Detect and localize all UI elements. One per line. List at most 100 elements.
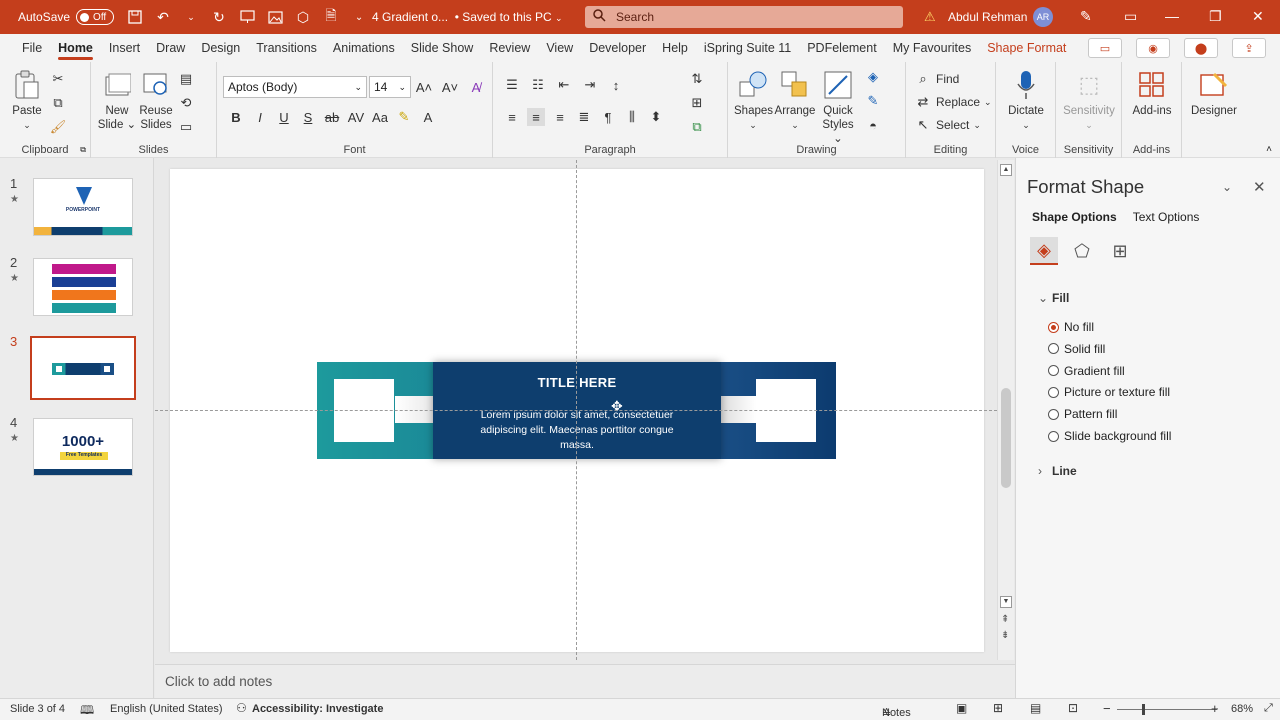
picture-icon[interactable] xyxy=(266,8,284,26)
avatar[interactable]: AR xyxy=(1033,7,1053,27)
layout-icon[interactable]: ▤ xyxy=(177,70,195,88)
change-case-icon[interactable]: Aa xyxy=(371,108,389,126)
tab-my-favourites[interactable]: My Favourites xyxy=(885,34,980,62)
slide-thumbnail-2[interactable] xyxy=(33,258,133,316)
tab-insert[interactable]: Insert xyxy=(101,34,148,62)
radio-button[interactable] xyxy=(1048,365,1059,377)
customize-qat-icon[interactable]: ⌄ xyxy=(350,8,368,26)
decrease-font-icon[interactable]: A˅ xyxy=(441,78,459,96)
designer-button[interactable]: Designer xyxy=(1186,70,1242,118)
fill-option-slide-background-fill[interactable]: Slide background fill xyxy=(1048,429,1171,443)
replace-button[interactable]: ⇄ Replace ⌄ xyxy=(914,93,992,111)
radio-button[interactable] xyxy=(1048,386,1059,398)
share-button[interactable]: ⇪ xyxy=(1232,38,1266,58)
zoom-slider-thumb[interactable] xyxy=(1142,704,1145,715)
slide-title[interactable]: TITLE HERE xyxy=(433,375,721,390)
align-text-icon[interactable]: ⬍ xyxy=(647,108,665,126)
shapes-button[interactable]: Shapes ⌄ xyxy=(734,70,773,132)
warning-icon[interactable]: ⚠ xyxy=(924,9,936,25)
fill-section-header[interactable]: ⌄ Fill xyxy=(1038,291,1069,305)
fit-to-window-icon[interactable]: ⤢ xyxy=(1264,702,1273,715)
tab-ispring-suite-11[interactable]: iSpring Suite 11 xyxy=(696,34,799,62)
effects-pentagon-icon[interactable]: ⬠ xyxy=(1068,237,1096,265)
tab-text-options[interactable]: Text Options xyxy=(1133,210,1200,224)
font-color-icon[interactable]: A xyxy=(419,108,437,126)
fill-option-picture-or-texture-fill[interactable]: Picture or texture fill xyxy=(1048,385,1170,399)
highlight-icon[interactable]: ✎ xyxy=(395,108,413,126)
tab-transitions[interactable]: Transitions xyxy=(248,34,325,62)
spelling-icon[interactable]: 🕮 xyxy=(80,701,94,720)
tab-pdfelement[interactable]: PDFelement xyxy=(799,34,884,62)
tab-draw[interactable]: Draw xyxy=(148,34,193,62)
cut-icon[interactable]: ✂ xyxy=(49,70,67,88)
shape-effects-icon[interactable]: ◓ xyxy=(864,116,882,134)
format-painter-icon[interactable]: 🖌 xyxy=(49,118,67,136)
shapes-qat-icon[interactable]: ⬡ xyxy=(294,8,312,26)
text-direction-vertical-icon[interactable]: ⇅ xyxy=(688,70,706,88)
redo-icon[interactable]: ↻ xyxy=(210,8,228,26)
language-status[interactable]: English (United States) xyxy=(110,703,223,715)
tab-design[interactable]: Design xyxy=(193,34,248,62)
smartart-icon[interactable]: ⧉ xyxy=(688,118,706,136)
strikethrough-icon[interactable]: ab xyxy=(323,108,341,126)
present-icon[interactable] xyxy=(238,8,256,26)
zoom-slider[interactable] xyxy=(1117,709,1217,710)
maximize-icon[interactable]: ❐ xyxy=(1209,8,1222,25)
autosave[interactable]: AutoSave Off xyxy=(18,9,115,25)
normal-view-icon[interactable]: ▣ xyxy=(956,701,967,715)
fill-option-no-fill[interactable]: No fill xyxy=(1048,320,1094,334)
scroll-thumb[interactable] xyxy=(1001,388,1011,488)
document-title[interactable]: 4 Gradient o... • Saved to this PC ⌄ xyxy=(372,10,563,24)
record-button[interactable]: ◉ xyxy=(1136,38,1170,58)
paste-button[interactable]: Paste ⌄ xyxy=(8,70,46,132)
minimize-icon[interactable]: — xyxy=(1165,8,1179,24)
pen-icon[interactable]: ✎ xyxy=(1080,8,1092,25)
bullets-icon[interactable]: ☰ xyxy=(503,76,521,94)
fill-option-solid-fill[interactable]: Solid fill xyxy=(1048,342,1105,356)
zoom-level[interactable]: 68% xyxy=(1231,703,1253,715)
pdf-icon[interactable]: 🗎 xyxy=(322,7,340,26)
increase-indent-icon[interactable]: ⇥ xyxy=(581,76,599,94)
accessibility-status[interactable]: Accessibility: Investigate xyxy=(252,703,383,715)
tab-help[interactable]: Help xyxy=(654,34,696,62)
radio-button[interactable] xyxy=(1048,321,1059,333)
slideshow-view-icon[interactable]: ⊡ xyxy=(1068,701,1078,715)
tab-developer[interactable]: Developer xyxy=(581,34,654,62)
italic-icon[interactable]: I xyxy=(251,108,269,126)
next-slide-icon[interactable]: ⇟ xyxy=(1001,630,1009,641)
arrange-button[interactable]: Arrange ⌄ xyxy=(774,70,816,132)
tab-view[interactable]: View xyxy=(538,34,581,62)
tab-animations[interactable]: Animations xyxy=(325,34,403,62)
tab-file[interactable]: File xyxy=(14,34,50,62)
fill-line-icon[interactable]: ◈ xyxy=(1030,237,1058,265)
tab-shape-format[interactable]: Shape Format xyxy=(979,34,1074,62)
collapse-ribbon-icon[interactable]: ˄ xyxy=(1266,144,1272,155)
size-properties-icon[interactable]: ⊞ xyxy=(1106,237,1134,265)
numbering-icon[interactable]: ☷ xyxy=(529,76,547,94)
character-spacing-icon[interactable]: AV xyxy=(347,108,365,126)
section-icon[interactable]: ▭ xyxy=(177,118,195,136)
line-spacing-icon[interactable]: ↕ xyxy=(607,76,625,94)
shadow-icon[interactable]: S xyxy=(299,108,317,126)
notes-pane[interactable]: Click to add notes xyxy=(155,664,1015,698)
undo-icon[interactable]: ↶ xyxy=(154,8,172,26)
text-direction-icon[interactable]: ¶ xyxy=(599,108,617,126)
align-vertical-icon[interactable]: ⊞ xyxy=(688,94,706,112)
autosave-toggle[interactable]: Off xyxy=(76,9,115,25)
tab-review[interactable]: Review xyxy=(481,34,538,62)
reset-icon[interactable]: ⟲ xyxy=(177,94,195,112)
bold-icon[interactable]: B xyxy=(227,108,245,126)
clear-formatting-icon[interactable]: A̸ xyxy=(467,78,485,96)
quick-styles-button[interactable]: Quick Styles ⌄ xyxy=(818,70,858,146)
accessibility-icon[interactable]: ⚇ xyxy=(236,701,247,715)
tab-home[interactable]: Home xyxy=(50,34,101,62)
columns-icon[interactable]: ⫼ xyxy=(623,108,641,126)
fill-option-pattern-fill[interactable]: Pattern fill xyxy=(1048,407,1117,421)
slide-sorter-icon[interactable]: ⊞ xyxy=(993,701,1003,715)
increase-font-icon[interactable]: A˄ xyxy=(415,78,433,96)
dialog-launcher-icon[interactable]: ⧉ xyxy=(80,145,86,155)
tab-slide-show[interactable]: Slide Show xyxy=(403,34,482,62)
dictate-button[interactable]: Dictate ⌄ xyxy=(1004,70,1048,132)
select-button[interactable]: ↖ Select ⌄ xyxy=(914,116,981,134)
save-icon[interactable] xyxy=(126,8,144,26)
